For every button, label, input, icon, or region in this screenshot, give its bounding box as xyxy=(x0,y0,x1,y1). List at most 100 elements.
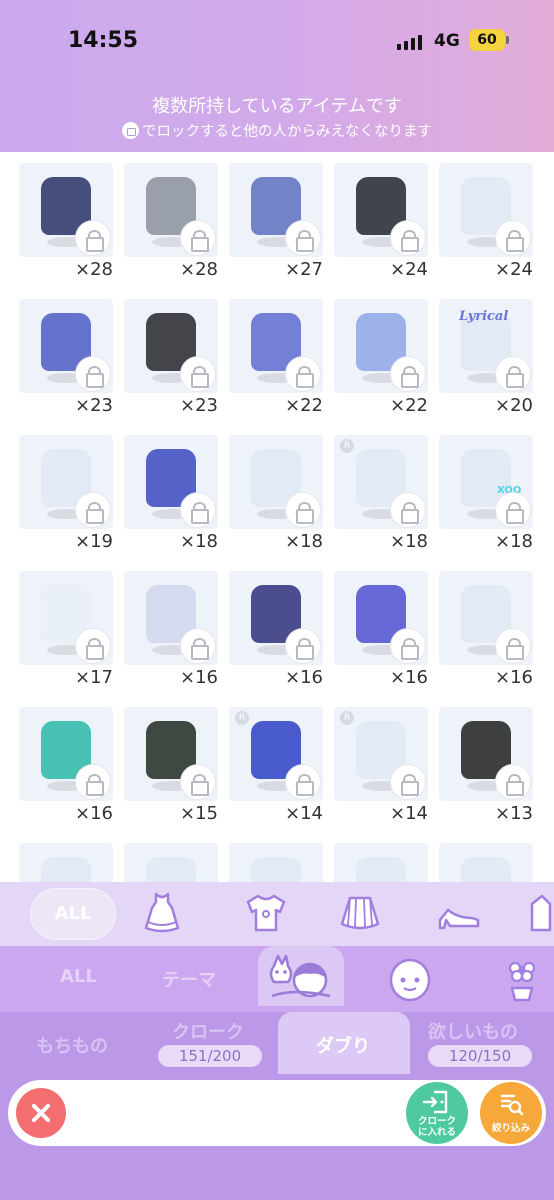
lock-icon[interactable] xyxy=(180,628,216,664)
item-thumbnail xyxy=(334,571,428,665)
item-quantity: ×23 xyxy=(75,395,113,416)
item-quantity: ×20 xyxy=(495,395,533,416)
lock-icon[interactable] xyxy=(390,628,426,664)
lock-icon[interactable] xyxy=(285,492,321,528)
item-quantity: ×18 xyxy=(495,531,533,552)
item-quantity: ×23 xyxy=(180,395,218,416)
item-thumbnail xyxy=(439,843,533,882)
item-thumbnail xyxy=(229,163,323,257)
battery-icon: 60 xyxy=(469,29,505,51)
dress-icon[interactable] xyxy=(138,890,186,936)
lock-icon[interactable] xyxy=(285,764,321,800)
item-thumbnail xyxy=(124,163,218,257)
tab-wishlist[interactable]: 欲しいもの xyxy=(428,1018,518,1044)
lock-icon[interactable] xyxy=(75,628,111,664)
sub-tab-all[interactable]: ALL xyxy=(60,966,97,987)
item-quantity: ×18 xyxy=(180,531,218,552)
lock-icon[interactable] xyxy=(495,764,531,800)
lock-icon[interactable] xyxy=(285,220,321,256)
page-subtitle: でロックすると他の人からみえなくなります xyxy=(0,120,554,141)
lock-icon xyxy=(122,122,139,139)
lock-icon[interactable] xyxy=(285,356,321,392)
lock-icon[interactable] xyxy=(495,356,531,392)
tshirt-icon[interactable] xyxy=(242,890,290,936)
item-thumbnail xyxy=(19,571,113,665)
network-type: 4G xyxy=(434,31,460,51)
tab-duplicates-label[interactable]: ダブり xyxy=(316,1032,370,1058)
lock-icon[interactable] xyxy=(75,764,111,800)
item-thumbnail xyxy=(439,163,533,257)
lock-icon[interactable] xyxy=(495,628,531,664)
avatar-pair-icon xyxy=(269,954,331,998)
lock-icon[interactable] xyxy=(75,356,111,392)
item-quantity: ×28 xyxy=(75,259,113,280)
item-quantity: ×24 xyxy=(390,259,428,280)
item-thumbnail xyxy=(334,163,428,257)
close-button[interactable] xyxy=(16,1088,66,1138)
page-title: 複数所持しているアイテムです xyxy=(152,96,402,117)
item-thumbnail xyxy=(124,843,218,882)
lock-icon[interactable] xyxy=(180,764,216,800)
item-figure xyxy=(251,857,301,882)
wishlist-count-badge: 120/150 xyxy=(428,1045,532,1067)
filter-search-icon xyxy=(500,1094,524,1116)
shoe-icon[interactable] xyxy=(436,890,484,936)
add-to-closet-label: クロークに入れる xyxy=(417,1116,456,1138)
face-icon[interactable] xyxy=(386,956,434,1004)
item-thumbnail xyxy=(124,435,218,529)
item-thumbnail: R xyxy=(334,435,428,529)
lock-icon[interactable] xyxy=(75,220,111,256)
signal-icon xyxy=(397,34,422,50)
item-thumbnail: R xyxy=(229,707,323,801)
item-quantity: ×18 xyxy=(390,531,428,552)
item-thumbnail xyxy=(19,435,113,529)
jacket-icon[interactable] xyxy=(526,890,554,936)
category-all-button[interactable]: ALL xyxy=(30,888,116,940)
lock-icon[interactable] xyxy=(495,492,531,528)
item-quantity: ×16 xyxy=(180,667,218,688)
lock-icon[interactable] xyxy=(390,764,426,800)
item-thumbnail xyxy=(229,843,323,882)
status-time: 14:55 xyxy=(68,28,139,53)
item-thumbnail xyxy=(19,163,113,257)
tab-owned[interactable]: もちもの xyxy=(36,1032,108,1058)
item-quantity: ×22 xyxy=(285,395,323,416)
lock-icon[interactable] xyxy=(180,356,216,392)
add-to-closet-button[interactable]: クロークに入れる xyxy=(406,1082,468,1144)
item-thumbnail xyxy=(229,299,323,393)
item-thumbnail: Lyrical xyxy=(439,299,533,393)
lock-icon[interactable] xyxy=(285,628,321,664)
filter-label: 絞り込み xyxy=(491,1123,530,1134)
lock-icon[interactable] xyxy=(180,492,216,528)
item-quantity: ×27 xyxy=(285,259,323,280)
tab-closet[interactable]: クローク xyxy=(172,1018,244,1044)
item-quantity: ×16 xyxy=(75,803,113,824)
lock-icon[interactable] xyxy=(75,492,111,528)
item-thumbnail: R xyxy=(334,707,428,801)
lock-icon[interactable] xyxy=(180,220,216,256)
item-quantity: ×14 xyxy=(390,803,428,824)
item-quantity: ×18 xyxy=(285,531,323,552)
item-thumbnail xyxy=(19,299,113,393)
lock-icon[interactable] xyxy=(390,356,426,392)
skirt-icon[interactable] xyxy=(336,890,384,936)
flower-pot-icon[interactable] xyxy=(498,956,546,1004)
lock-icon[interactable] xyxy=(390,220,426,256)
rare-badge: R xyxy=(340,439,354,453)
filter-button[interactable]: 絞り込み xyxy=(480,1082,542,1144)
item-thumbnail: XOO xyxy=(439,435,533,529)
item-quantity: ×16 xyxy=(390,667,428,688)
sub-tab-theme[interactable]: テーマ xyxy=(162,966,216,992)
item-label-lyrical: Lyrical xyxy=(459,309,509,324)
item-thumbnail xyxy=(439,571,533,665)
item-thumbnail xyxy=(229,435,323,529)
item-thumbnail xyxy=(19,843,113,882)
item-thumbnail xyxy=(439,707,533,801)
lock-icon[interactable] xyxy=(495,220,531,256)
lock-icon[interactable] xyxy=(390,492,426,528)
item-thumbnail xyxy=(124,571,218,665)
battery-tip xyxy=(506,36,509,44)
rare-badge: R xyxy=(340,711,354,725)
item-grid: ×28 ×28 ×27 ×24 ×24 ×23 ×23 ×22 ×22 Lyrical ×20 ×19… xyxy=(0,152,554,882)
item-thumbnail xyxy=(124,299,218,393)
